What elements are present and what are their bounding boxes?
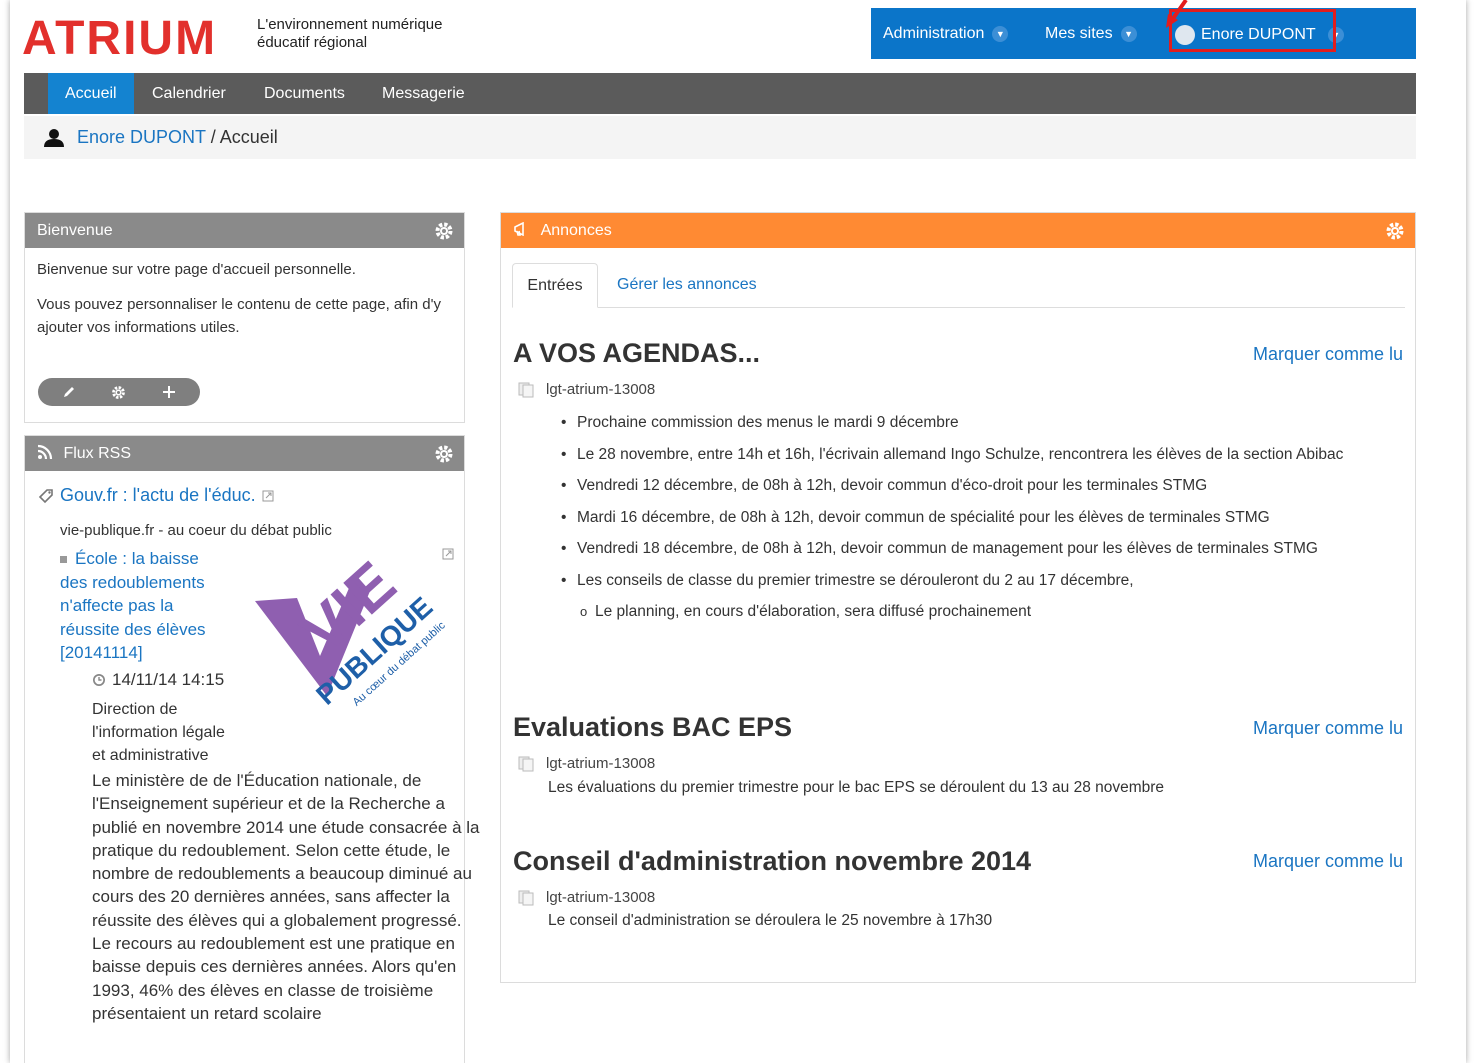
breadcrumb-separator: / xyxy=(210,127,216,147)
tab-accueil[interactable]: Accueil xyxy=(48,73,134,114)
rss-article-link[interactable]: École : la baisse des redoublements n'af… xyxy=(60,547,220,665)
clock-icon xyxy=(93,673,105,686)
widget-toolbar xyxy=(38,378,200,406)
gear-icon[interactable] xyxy=(434,444,454,464)
plus-icon[interactable] xyxy=(162,385,176,399)
rss-source-title: Gouv.fr : l'actu de l'éduc. xyxy=(60,485,256,505)
tagline-line-2: éducatif régional xyxy=(257,34,368,51)
chevron-down-icon: ▼ xyxy=(1120,26,1137,42)
logo-tagline: L'environnement numérique éducatif régio… xyxy=(257,16,442,52)
tab-documents[interactable]: Documents xyxy=(247,73,362,114)
list-item: Mardi 16 décembre, de 08h à 12h, devoir … xyxy=(547,502,1387,534)
rss-header: Flux RSS xyxy=(25,436,464,471)
list-item: Le 28 novembre, entre 14h et 16h, l'écri… xyxy=(547,439,1387,471)
annotation-arrow-icon xyxy=(1166,0,1188,28)
tab-entrees[interactable]: Entrées xyxy=(512,263,598,308)
gear-icon[interactable] xyxy=(111,385,126,400)
administration-menu[interactable]: Administration ▼ xyxy=(883,25,1009,43)
rss-title: Flux RSS xyxy=(63,445,132,462)
user-menu-highlight-box xyxy=(1169,9,1336,52)
annonce-text: Le conseil d'administration se déroulera… xyxy=(548,912,993,929)
external-link-icon xyxy=(262,490,274,501)
vie-publique-logo: VIE PUBLIQUE Au cœur du débat public xyxy=(255,549,445,711)
annonces-widget: Annonces Entrées Gérer les annonces A VO… xyxy=(500,212,1416,983)
list-item: Vendredi 18 décembre, de 08h à 12h, devo… xyxy=(547,533,1387,565)
atrium-logo[interactable]: ATRIUM xyxy=(22,15,217,63)
annonce-title: A VOS AGENDAS... xyxy=(513,338,761,368)
annonces-title: Annonces xyxy=(540,222,612,239)
annonce-text: Les évaluations du premier trimestre pou… xyxy=(548,779,1165,796)
tab-messagerie[interactable]: Messagerie xyxy=(365,73,482,114)
megaphone-icon xyxy=(514,221,524,237)
gear-icon[interactable] xyxy=(1385,221,1405,241)
rss-date: 14/11/14 14:15 xyxy=(92,668,224,691)
bienvenue-widget: Bienvenue Bienvenue sur votre page d'acc… xyxy=(24,212,465,423)
chevron-down-icon: ▼ xyxy=(992,26,1009,42)
tagline-line-1: L'environnement numérique xyxy=(257,16,443,33)
rss-widget: Flux RSS Gouv.fr : l'actu de l'éduc. vie… xyxy=(24,435,480,1063)
breadcrumb-current: Accueil xyxy=(219,127,278,147)
annonce-source-text: lgt-atrium-13008 xyxy=(546,889,656,906)
gear-icon[interactable] xyxy=(434,221,454,241)
annonce-source: lgt-atrium-13008 xyxy=(518,381,655,398)
annonce-source-text: lgt-atrium-13008 xyxy=(546,755,656,772)
mark-as-read-link[interactable]: Marquer comme lu xyxy=(1253,718,1403,739)
bullet-icon xyxy=(60,556,67,564)
annonce-title: Conseil d'administration novembre 2014 xyxy=(513,846,1032,876)
main-nav: Accueil Calendrier Documents Messagerie xyxy=(24,73,1416,114)
bienvenue-header: Bienvenue xyxy=(25,213,464,248)
tag-icon xyxy=(38,488,53,503)
mark-as-read-link[interactable]: Marquer comme lu xyxy=(1253,851,1403,872)
rss-subtitle: vie-publique.fr - au coeur du débat publ… xyxy=(60,522,332,539)
edit-icon[interactable] xyxy=(62,385,76,399)
annonces-header: Annonces xyxy=(501,213,1415,248)
breadcrumb-user-link[interactable]: Enore DUPONT xyxy=(77,127,206,147)
rss-description: Le ministère de de l'Éducation nationale… xyxy=(92,771,480,1023)
administration-label: Administration xyxy=(883,25,985,42)
mark-as-read-link[interactable]: Marquer comme lu xyxy=(1253,344,1403,365)
list-item: Prochaine commission des menus le mardi … xyxy=(547,407,1387,439)
annonce-source-text: lgt-atrium-13008 xyxy=(546,381,656,398)
annonces-tabs: Entrées Gérer les annonces xyxy=(512,263,1405,308)
copy-icon xyxy=(518,382,534,397)
list-item: Le planning, en cours d'élaboration, ser… xyxy=(547,596,1387,628)
rss-source-link[interactable]: Gouv.fr : l'actu de l'éduc. xyxy=(38,484,274,507)
user-icon xyxy=(44,129,64,147)
rss-date-text: 14/11/14 14:15 xyxy=(112,670,225,689)
bienvenue-text-2: Vous pouvez personnaliser le contenu de … xyxy=(37,296,441,336)
annonce-bullet-list: Prochaine commission des menus le mardi … xyxy=(547,407,1387,628)
copy-icon xyxy=(518,890,534,905)
list-item: Vendredi 12 décembre, de 08h à 12h, devo… xyxy=(547,470,1387,502)
rss-icon xyxy=(37,444,53,460)
tab-calendrier[interactable]: Calendrier xyxy=(135,73,243,114)
list-item: Les conseils de classe du premier trimes… xyxy=(547,565,1387,597)
bienvenue-title: Bienvenue xyxy=(37,222,113,239)
page-frame: ATRIUM L'environnement numérique éducati… xyxy=(10,0,1466,1063)
mes-sites-label: Mes sites xyxy=(1045,25,1113,42)
bienvenue-text-1: Bienvenue sur votre page d'accueil perso… xyxy=(37,261,356,278)
annonce-source: lgt-atrium-13008 xyxy=(518,755,655,772)
breadcrumb: Enore DUPONT / Accueil xyxy=(24,116,1416,159)
copy-icon xyxy=(518,756,534,771)
mes-sites-menu[interactable]: Mes sites ▼ xyxy=(1045,25,1137,43)
rss-credit: Direction de l'information légale et adm… xyxy=(92,701,225,764)
annonce-title: Evaluations BAC EPS xyxy=(513,712,793,742)
annonce-source: lgt-atrium-13008 xyxy=(518,889,655,906)
rss-article-title: École : la baisse des redoublements n'af… xyxy=(60,549,206,662)
tab-gerer-annonces[interactable]: Gérer les annonces xyxy=(617,263,757,306)
